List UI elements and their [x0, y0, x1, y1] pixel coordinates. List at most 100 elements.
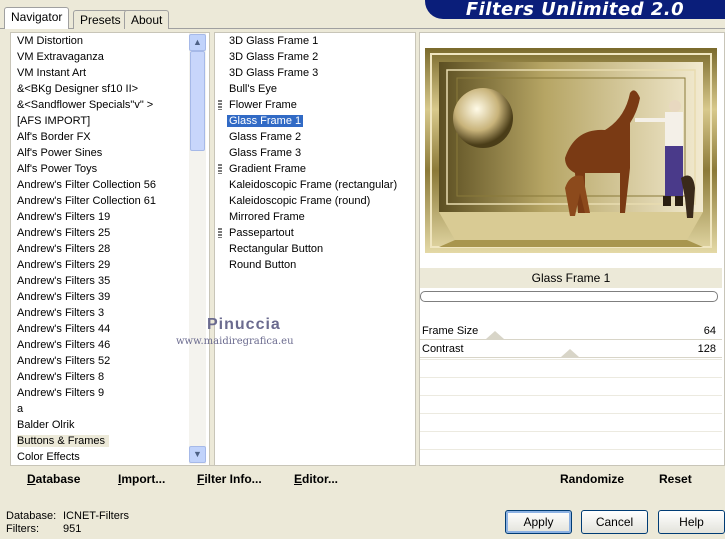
help-button[interactable]: Help: [658, 510, 725, 534]
filter-item[interactable]: Passepartout: [215, 225, 415, 241]
category-item[interactable]: Andrew's Filters 19: [11, 209, 209, 225]
tab-about[interactable]: About: [124, 10, 170, 29]
tab-navigator[interactable]: Navigator: [4, 7, 70, 29]
scroll-up-button[interactable]: ▲: [189, 34, 206, 51]
category-label: Andrew's Filters 19: [17, 211, 111, 223]
filter-item[interactable]: Gradient Frame: [215, 161, 415, 177]
filter-item[interactable]: Kaleidoscopic Frame (round): [215, 193, 415, 209]
param-contrast[interactable]: Contrast 128: [420, 341, 722, 358]
category-item[interactable]: Andrew's Filter Collection 56: [11, 177, 209, 193]
category-item[interactable]: Andrew's Filters 25: [11, 225, 209, 241]
category-label: Alf's Border FX: [17, 131, 91, 143]
tab-presets[interactable]: Presets: [73, 10, 128, 29]
scroll-thumb[interactable]: [190, 51, 205, 151]
category-label: Alf's Power Sines: [17, 147, 103, 159]
category-label: Andrew's Filters 39: [17, 291, 111, 303]
preview-image: [425, 48, 717, 253]
param-frame-size[interactable]: Frame Size 64: [420, 323, 722, 340]
category-item[interactable]: &<BKg Designer sf10 II>: [11, 81, 209, 97]
empty-param-row: [420, 377, 722, 395]
filter-label: Gradient Frame: [229, 163, 307, 175]
filter-item[interactable]: Glass Frame 2: [215, 129, 415, 145]
randomize-button[interactable]: Randomize: [560, 472, 624, 486]
category-label: Andrew's Filters 46: [17, 339, 111, 351]
filter-item[interactable]: Mirrored Frame: [215, 209, 415, 225]
category-item[interactable]: Andrew's Filters 52: [11, 353, 209, 369]
filter-item[interactable]: Rectangular Button: [215, 241, 415, 257]
slider-thumb[interactable]: [486, 331, 504, 339]
category-label: Andrew's Filters 52: [17, 355, 111, 367]
empty-param-row: [420, 413, 722, 431]
filter-label: Flower Frame: [229, 99, 297, 111]
category-item[interactable]: VM Distortion: [11, 33, 209, 49]
progress-bar: [420, 291, 718, 302]
filter-label: Passepartout: [229, 227, 294, 239]
category-item[interactable]: Andrew's Filters 29: [11, 257, 209, 273]
cancel-button[interactable]: Cancel: [581, 510, 648, 534]
category-item[interactable]: Andrew's Filters 35: [11, 273, 209, 289]
category-label: Alf's Power Toys: [17, 163, 98, 175]
filter-item[interactable]: 3D Glass Frame 2: [215, 49, 415, 65]
grip-icon: [218, 164, 222, 174]
category-item[interactable]: Andrew's Filters 28: [11, 241, 209, 257]
category-label: Balder Olrik: [17, 419, 75, 431]
category-item[interactable]: Andrew's Filters 39: [11, 289, 209, 305]
editor-button[interactable]: Editor...: [294, 472, 338, 486]
category-item[interactable]: Andrew's Filters 8: [11, 369, 209, 385]
filter-label: Rectangular Button: [229, 243, 324, 255]
filter-item[interactable]: Glass Frame 1: [215, 113, 415, 129]
filter-item[interactable]: Round Button: [215, 257, 415, 273]
filter-item[interactable]: Flower Frame: [215, 97, 415, 113]
category-item[interactable]: Alf's Border FX: [11, 129, 209, 145]
filter-label: Bull's Eye: [229, 83, 277, 95]
database-button[interactable]: Database: [27, 472, 80, 486]
empty-param-row: [420, 431, 722, 449]
category-item[interactable]: Alf's Power Toys: [11, 161, 209, 177]
category-label: Andrew's Filters 25: [17, 227, 111, 239]
app-banner: Filters Unlimited 2.0: [425, 0, 725, 19]
category-item[interactable]: Alf's Power Sines: [11, 145, 209, 161]
category-label: Andrew's Filters 8: [17, 371, 105, 383]
category-label: VM Distortion: [17, 35, 84, 47]
slider-thumb[interactable]: [561, 349, 579, 357]
category-item[interactable]: a: [11, 401, 209, 417]
category-label: &<Sandflower Specials"v" >: [17, 99, 154, 111]
category-label: a: [17, 403, 24, 415]
category-label: Andrew's Filter Collection 61: [17, 195, 157, 207]
category-item[interactable]: Andrew's Filters 44: [11, 321, 209, 337]
category-item[interactable]: Color Effects: [11, 449, 209, 465]
filter-item[interactable]: 3D Glass Frame 1: [215, 33, 415, 49]
category-label: Andrew's Filters 35: [17, 275, 111, 287]
category-item[interactable]: VM Instant Art: [11, 65, 209, 81]
category-scrollbar[interactable]: ▲ ▼: [189, 33, 206, 464]
apply-button[interactable]: Apply: [505, 510, 572, 534]
slider-track[interactable]: [420, 357, 722, 358]
category-item[interactable]: Andrew's Filters 3: [11, 305, 209, 321]
preview-filter-name: Glass Frame 1: [420, 268, 722, 288]
filter-item[interactable]: 3D Glass Frame 3: [215, 65, 415, 81]
filter-list[interactable]: 3D Glass Frame 1 3D Glass Frame 2 3D Glass…: [214, 32, 416, 466]
slider-track[interactable]: [420, 339, 722, 340]
category-label: Color Effects: [17, 451, 80, 463]
import-button[interactable]: Import...: [118, 472, 165, 486]
filter-label: Round Button: [229, 259, 297, 271]
filter-item[interactable]: Kaleidoscopic Frame (rectangular): [215, 177, 415, 193]
filter-label: Kaleidoscopic Frame (rectangular): [229, 179, 398, 191]
category-item[interactable]: [AFS IMPORT]: [11, 113, 209, 129]
category-label: VM Extravaganza: [17, 51, 104, 63]
category-item[interactable]: VM Extravaganza: [11, 49, 209, 65]
category-item[interactable]: Andrew's Filter Collection 61: [11, 193, 209, 209]
category-item[interactable]: Balder Olrik: [11, 417, 209, 433]
filter-label: 3D Glass Frame 2: [229, 51, 319, 63]
category-item[interactable]: Buttons & Frames: [11, 433, 209, 449]
category-label: Andrew's Filter Collection 56: [17, 179, 157, 191]
filter-item[interactable]: Glass Frame 3: [215, 145, 415, 161]
filters-label: Filters:: [6, 523, 39, 535]
category-item[interactable]: &<Sandflower Specials"v" >: [11, 97, 209, 113]
category-list[interactable]: VM Distortion VM Extravaganza VM Instant A…: [10, 32, 210, 466]
filter-item[interactable]: Bull's Eye: [215, 81, 415, 97]
filter-info-button[interactable]: Filter Info...: [197, 472, 262, 486]
reset-button[interactable]: Reset: [659, 472, 692, 486]
scroll-down-button[interactable]: ▼: [189, 446, 206, 463]
category-item[interactable]: Andrew's Filters 9: [11, 385, 209, 401]
